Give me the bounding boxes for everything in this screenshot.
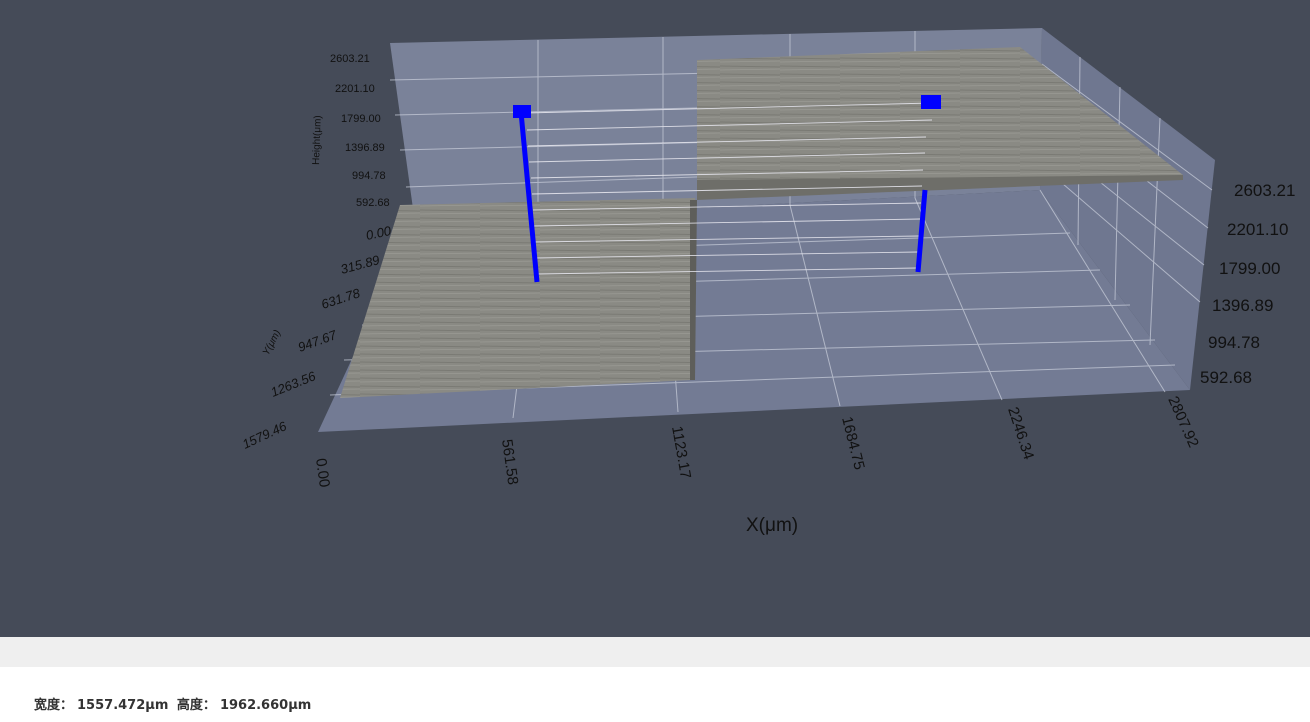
z-tick-right: 2201.10	[1227, 220, 1288, 239]
z-tick-left: 1396.89	[345, 142, 385, 154]
z-tick-left: 592.68	[356, 197, 390, 209]
3d-surface-viewer[interactable]: 2603.21 2201.10 1799.00 1396.89 994.78 5…	[0, 0, 1310, 637]
z-tick-right: 994.78	[1208, 333, 1260, 352]
y-tick: 631.78	[319, 285, 362, 312]
z-tick-left: 2603.21	[330, 53, 370, 65]
x-tick: 1123.17	[668, 425, 694, 480]
upper-surface	[697, 47, 1183, 196]
width-label: 宽度：	[34, 698, 74, 713]
z-tick-right: 1799.00	[1219, 259, 1280, 278]
y-tick: 1263.56	[269, 368, 319, 400]
y-tick: 315.89	[339, 252, 381, 277]
3d-plot-canvas[interactable]: 2603.21 2201.10 1799.00 1396.89 994.78 5…	[0, 0, 1310, 637]
x-tick: 1684.75	[838, 415, 868, 472]
z-tick-right: 592.68	[1200, 368, 1252, 387]
z-axis-ticks-right: 2603.21 2201.10 1799.00 1396.89 994.78 5…	[1200, 181, 1295, 387]
y-tick: 0.00	[365, 223, 394, 243]
z-tick-right: 2603.21	[1234, 181, 1295, 200]
height-value: 1962.660μm	[219, 698, 312, 713]
x-tick: 2246.34	[1004, 405, 1037, 462]
z-axis-ticks-left: 2603.21 2201.10 1799.00 1396.89 994.78 5…	[330, 53, 390, 209]
z-tick-left: 1799.00	[341, 113, 381, 125]
width-value: 1557.472μm	[77, 698, 169, 713]
x-tick: 0.00	[312, 457, 333, 488]
x-tick: 2807.92	[1164, 394, 1202, 450]
y-tick: 947.67	[296, 327, 339, 355]
height-label: 高度：	[176, 698, 216, 713]
height-axis-label: Height(μm)	[311, 115, 324, 165]
x-axis-label: X(μm)	[746, 515, 798, 536]
separator-bar	[0, 637, 1310, 667]
z-tick-right: 1396.89	[1212, 296, 1273, 315]
z-tick-left: 994.78	[352, 170, 386, 182]
dimensions-readout: 宽度： 1557.472μm 高度： 1962.660μm	[34, 694, 315, 713]
x-tick: 561.58	[498, 438, 521, 486]
lower-surface	[340, 198, 695, 398]
y-axis-label: Y(μm)	[261, 328, 283, 357]
z-tick-left: 2201.10	[335, 83, 375, 95]
y-tick: 1579.46	[240, 418, 290, 452]
